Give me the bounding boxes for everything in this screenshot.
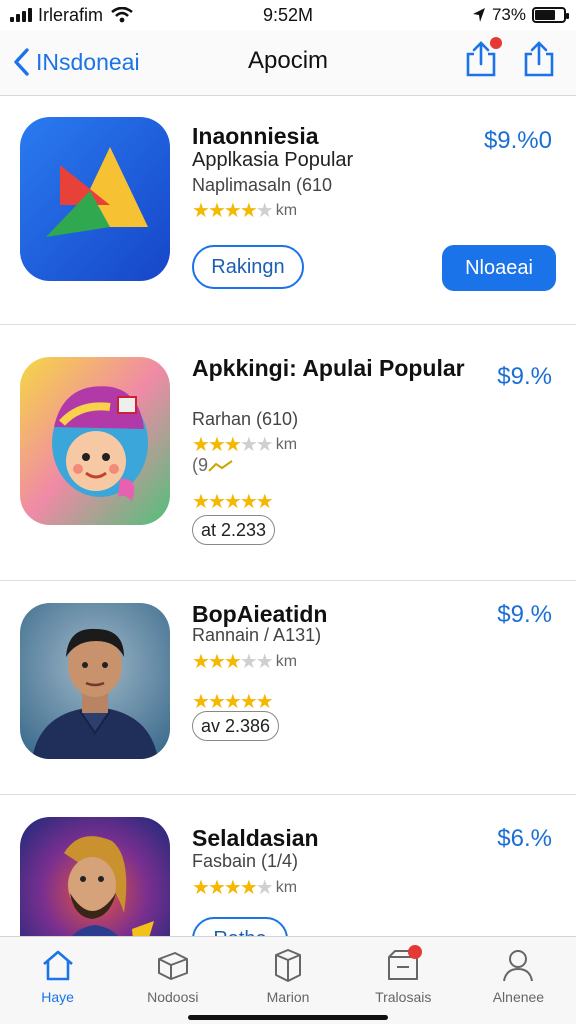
battery-percent: 73% bbox=[491, 5, 526, 24]
tab-label: Marion bbox=[266, 989, 310, 1005]
star-filled-icon: ★ bbox=[192, 877, 210, 899]
star-empty-icon: ★ bbox=[255, 651, 274, 673]
tab-downloads[interactable]: Nodoosi bbox=[115, 937, 230, 1024]
app-title: Apkkingi: Apulai Popular bbox=[192, 355, 465, 381]
app-price: $9.%0 bbox=[483, 127, 552, 154]
review-count: at 2.233 bbox=[192, 515, 276, 545]
rating-label: km bbox=[275, 201, 298, 219]
star-filled-icon: ★ bbox=[207, 651, 226, 673]
list-item[interactable]: Inaonniesia Applkasia Popular Naplimasal… bbox=[0, 97, 576, 325]
tab-label: Haye bbox=[41, 989, 74, 1005]
star-filled-icon: ★ bbox=[192, 200, 210, 222]
battery-icon bbox=[532, 7, 569, 23]
app-title: Inaonniesia bbox=[192, 123, 319, 149]
review-count: av 2.386 bbox=[192, 711, 280, 741]
star-rating: ★ ★ ★ ★ ★ km bbox=[192, 875, 297, 900]
star-filled-icon: ★ bbox=[192, 491, 210, 513]
person-icon bbox=[503, 950, 534, 982]
package-icon bbox=[275, 949, 301, 982]
tab-label: Nodoosi bbox=[147, 989, 199, 1005]
tab-updates[interactable]: Tralosais bbox=[346, 937, 461, 1024]
trend-line-icon bbox=[208, 459, 233, 472]
chevron-left-icon bbox=[14, 48, 29, 76]
home-indicator bbox=[188, 1015, 388, 1020]
wifi-icon bbox=[111, 7, 133, 23]
app-meta: Rannain / A131) bbox=[192, 625, 322, 645]
ranking-button[interactable]: Rakingn bbox=[192, 245, 304, 289]
star-filled-icon: ★ bbox=[207, 200, 226, 222]
share-button-badged[interactable] bbox=[464, 37, 502, 78]
back-label: INsdoneai bbox=[36, 48, 140, 75]
rating-label: km bbox=[275, 652, 298, 670]
star-filled-icon: ★ bbox=[207, 491, 226, 513]
star-filled-icon: ★ bbox=[207, 877, 226, 899]
star-filled-icon: ★ bbox=[239, 877, 258, 899]
download-button[interactable]: Nloaeai bbox=[442, 245, 556, 291]
star-filled-icon: ★ bbox=[192, 651, 210, 673]
star-filled-icon: ★ bbox=[255, 491, 274, 513]
tab-label: Tralosais bbox=[375, 989, 432, 1005]
status-bar: Irlerafim 9:52M 73% bbox=[0, 0, 576, 30]
notification-badge bbox=[407, 945, 422, 959]
star-filled-icon: ★ bbox=[239, 491, 258, 513]
app-title: Selaldasian bbox=[192, 825, 319, 851]
app-icon-portrait bbox=[20, 603, 170, 759]
notification-badge bbox=[490, 37, 502, 49]
home-icon bbox=[42, 950, 73, 981]
star-rating-secondary: ★ ★ ★ ★ ★ bbox=[192, 489, 274, 514]
tab-home[interactable]: Haye bbox=[0, 937, 115, 1024]
back-button[interactable]: INsdoneai bbox=[12, 44, 140, 80]
rating-label: km bbox=[275, 878, 298, 896]
star-rating: ★ ★ ★ ★ ★ km bbox=[192, 649, 297, 674]
app-price: $9.% bbox=[497, 601, 552, 628]
app-icon-character bbox=[20, 357, 170, 525]
star-rating: ★ ★ ★ ★ ★ km bbox=[192, 432, 297, 457]
star-filled-icon: ★ bbox=[223, 651, 242, 673]
star-empty-icon: ★ bbox=[239, 651, 258, 673]
star-filled-icon: ★ bbox=[239, 200, 258, 222]
star-filled-icon: ★ bbox=[223, 434, 242, 456]
app-list: Inaonniesia Applkasia Popular Naplimasal… bbox=[0, 97, 576, 995]
app-title: BopAieatidn bbox=[192, 601, 328, 627]
battery-fill bbox=[535, 10, 556, 20]
star-empty-icon: ★ bbox=[255, 434, 274, 456]
share-button[interactable] bbox=[522, 40, 556, 78]
tab-account[interactable]: Alnenee bbox=[461, 937, 576, 1024]
location-arrow-icon bbox=[472, 8, 485, 22]
app-subtitle: Applkasia Popular bbox=[192, 149, 354, 171]
list-item[interactable]: Apkkingi: Apulai Popular Rarhan (610) ★ ★… bbox=[0, 325, 576, 581]
app-price: $9.% bbox=[497, 363, 552, 390]
trend-label: (9 bbox=[192, 455, 209, 475]
box-icon bbox=[157, 952, 188, 980]
star-filled-icon: ★ bbox=[223, 491, 242, 513]
carrier-label: Irlerafim bbox=[38, 4, 104, 25]
nav-bar: INsdoneai Apocim bbox=[0, 30, 576, 96]
trend-indicator: (9 bbox=[192, 455, 234, 476]
app-meta: Fasbain (1/4) bbox=[192, 851, 299, 871]
star-filled-icon: ★ bbox=[223, 200, 242, 222]
share-icon bbox=[524, 41, 554, 77]
app-meta: Rarhan (610) bbox=[192, 409, 299, 429]
tab-bar: Haye Nodoosi Marion Tralosais Alnenee bbox=[0, 936, 576, 1024]
app-icon-triangle bbox=[20, 117, 170, 281]
star-filled-icon: ★ bbox=[207, 434, 226, 456]
star-empty-icon: ★ bbox=[255, 200, 274, 222]
app-meta: Naplimasaln (610 bbox=[192, 175, 333, 195]
app-price: $6.% bbox=[497, 825, 552, 852]
star-rating: ★ ★ ★ ★ ★ km bbox=[192, 198, 297, 223]
star-empty-icon: ★ bbox=[239, 434, 258, 456]
signal-icon bbox=[10, 8, 32, 22]
star-empty-icon: ★ bbox=[255, 877, 274, 899]
star-filled-icon: ★ bbox=[223, 877, 242, 899]
list-item[interactable]: BopAieatidn Rannain / A131) ★ ★ ★ ★ ★ km ★ ★ ★ ★… bbox=[0, 581, 576, 795]
rating-label: km bbox=[275, 435, 298, 453]
star-filled-icon: ★ bbox=[192, 434, 210, 456]
tab-marion[interactable]: Marion bbox=[230, 937, 345, 1024]
tab-label: Alnenee bbox=[492, 989, 545, 1005]
